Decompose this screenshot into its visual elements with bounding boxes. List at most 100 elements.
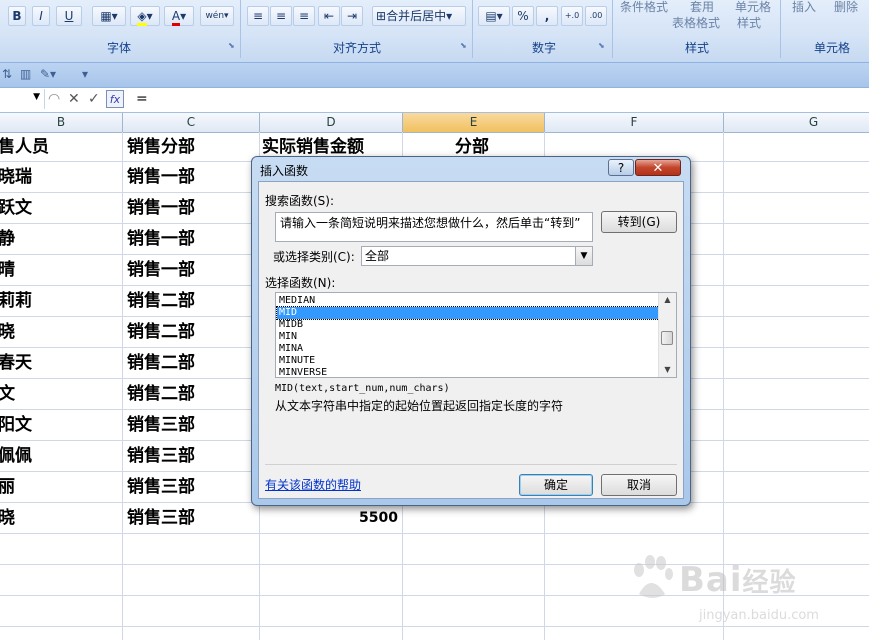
- phonetic-button[interactable]: wén▾: [200, 6, 234, 26]
- column-header-d[interactable]: D: [260, 113, 403, 132]
- border-button[interactable]: ▦▾: [92, 6, 126, 26]
- cell-c[interactable]: 销售三部: [127, 441, 195, 471]
- category-select[interactable]: 全部 ▼: [361, 246, 593, 266]
- edit-icon[interactable]: ✎▾: [40, 67, 56, 81]
- column-header-f[interactable]: F: [545, 113, 724, 132]
- grid-line: [0, 533, 869, 534]
- cell-b[interactable]: 晓瑞: [0, 162, 32, 192]
- list-item[interactable]: MEDIAN: [277, 295, 659, 307]
- underline-button[interactable]: U: [56, 6, 82, 26]
- align-left-icon: ≡: [252, 9, 264, 23]
- cell-b1[interactable]: 售人员: [0, 132, 49, 162]
- search-function-input[interactable]: 请输入一条简短说明来描述您想做什么，然后单击“转到”: [275, 212, 593, 242]
- align-right-button[interactable]: ≡: [293, 6, 315, 26]
- name-box[interactable]: ▼: [0, 89, 45, 109]
- percent-button[interactable]: %: [512, 6, 534, 26]
- align-left-button[interactable]: ≡: [247, 6, 269, 26]
- go-button[interactable]: 转到(G): [601, 211, 677, 233]
- cell-b[interactable]: 阳文: [0, 410, 32, 440]
- name-box-dropdown-icon[interactable]: ▼: [33, 92, 40, 102]
- ribbon-divider: [780, 0, 781, 58]
- decrease-decimal-button[interactable]: .00: [585, 6, 607, 26]
- align-center-icon: ≡: [275, 9, 287, 23]
- decrease-indent-button[interactable]: ⇤: [318, 6, 340, 26]
- cell-b[interactable]: 晴: [0, 255, 15, 285]
- scroll-thumb[interactable]: [661, 331, 673, 345]
- scroll-down-icon[interactable]: ▼: [659, 363, 676, 377]
- cell-b[interactable]: 佩佩: [0, 441, 32, 471]
- insert-button[interactable]: 插入: [792, 0, 816, 14]
- cell-c[interactable]: 销售三部: [127, 410, 195, 440]
- cell-b[interactable]: 丽: [0, 472, 15, 502]
- comma-button[interactable]: ,: [536, 6, 558, 26]
- function-help-link[interactable]: 有关该函数的帮助: [265, 476, 361, 493]
- category-value: 全部: [365, 249, 390, 263]
- cancel-button[interactable]: 取消: [601, 474, 677, 496]
- italic-button[interactable]: I: [32, 6, 50, 26]
- sort-icon[interactable]: ⇅: [2, 67, 12, 81]
- ok-button[interactable]: 确定: [519, 474, 593, 496]
- conditional-format-button[interactable]: 条件格式: [620, 0, 668, 14]
- font-color-button[interactable]: A▾: [164, 6, 194, 26]
- font-launcher-icon[interactable]: ⬊: [228, 42, 236, 50]
- currency-button[interactable]: ▤▾: [478, 6, 510, 26]
- scroll-up-icon[interactable]: ▲: [659, 293, 676, 307]
- enter-icon[interactable]: ✓: [88, 91, 100, 107]
- dialog-close-button[interactable]: ✕: [635, 159, 681, 176]
- cell-style-button[interactable]: 单元格: [735, 0, 771, 14]
- column-header-c[interactable]: C: [123, 113, 260, 132]
- cell-c1[interactable]: 销售分部: [127, 132, 195, 162]
- fill-color-button[interactable]: ◈▾: [130, 6, 160, 26]
- bold-button[interactable]: B: [8, 6, 26, 26]
- align-launcher-icon[interactable]: ⬊: [460, 42, 468, 50]
- cell-b[interactable]: 晓: [0, 503, 15, 533]
- merge-label: 合并后居中: [386, 9, 447, 23]
- insert-function-button[interactable]: fx: [106, 90, 124, 108]
- column-header-g[interactable]: G: [724, 113, 869, 132]
- cell-b[interactable]: 晓: [0, 317, 15, 347]
- align-center-button[interactable]: ≡: [270, 6, 292, 26]
- border-icon: ▦▾: [100, 9, 118, 23]
- list-item[interactable]: MINVERSE: [277, 367, 659, 377]
- increase-indent-button[interactable]: ⇥: [341, 6, 363, 26]
- delete-button[interactable]: 删除: [834, 0, 858, 14]
- number-launcher-icon[interactable]: ⬊: [598, 42, 606, 50]
- formula-input[interactable]: =: [136, 91, 148, 107]
- function-list-scrollbar[interactable]: ▲ ▼: [658, 293, 676, 377]
- increase-decimal-button[interactable]: +.0: [561, 6, 583, 26]
- ribbon-divider: [612, 0, 613, 58]
- customize-qat-icon[interactable]: ▾: [82, 67, 88, 81]
- list-item[interactable]: MINA: [277, 343, 659, 355]
- column-header-e[interactable]: E: [403, 113, 545, 132]
- cell-b[interactable]: 文: [0, 379, 15, 409]
- column-header-b[interactable]: B: [0, 113, 123, 132]
- list-item[interactable]: MINUTE: [277, 355, 659, 367]
- cell-c[interactable]: 销售一部: [127, 255, 195, 285]
- cell-c[interactable]: 销售二部: [127, 317, 195, 347]
- cell-c[interactable]: 销售一部: [127, 193, 195, 223]
- list-item[interactable]: MIDB: [277, 319, 659, 331]
- list-item[interactable]: MIN: [277, 331, 659, 343]
- cancel-icon[interactable]: ✕: [68, 91, 80, 107]
- cell-b[interactable]: 春天: [0, 348, 32, 378]
- cell-b[interactable]: 静: [0, 224, 15, 254]
- cell-c[interactable]: 销售二部: [127, 286, 195, 316]
- quick-access-toolbar: ⇅ ▥ ✎▾ ▾: [0, 63, 869, 88]
- function-description: 从文本字符串中指定的起始位置起返回指定长度的字符: [275, 399, 564, 413]
- list-item-selected[interactable]: MID: [276, 306, 660, 320]
- function-list[interactable]: MEDIAN MID MIDB MIN MINA MINUTE MINVERSE…: [275, 292, 677, 378]
- cell-c[interactable]: 销售一部: [127, 162, 195, 192]
- cell-d[interactable]: 5500: [340, 503, 398, 533]
- cell-c[interactable]: 销售三部: [127, 503, 195, 533]
- dialog-help-button[interactable]: ?: [608, 159, 634, 176]
- table-format-button[interactable]: 套用: [690, 0, 714, 14]
- cell-b[interactable]: 莉莉: [0, 286, 32, 316]
- cell-c[interactable]: 销售二部: [127, 348, 195, 378]
- merge-center-button[interactable]: ⊞合并后居中▾: [372, 6, 466, 26]
- cell-c[interactable]: 销售二部: [127, 379, 195, 409]
- chevron-down-icon[interactable]: ▼: [575, 247, 592, 265]
- cell-b[interactable]: 跃文: [0, 193, 32, 223]
- cell-c[interactable]: 销售三部: [127, 472, 195, 502]
- chart-icon[interactable]: ▥: [20, 67, 31, 81]
- cell-c[interactable]: 销售一部: [127, 224, 195, 254]
